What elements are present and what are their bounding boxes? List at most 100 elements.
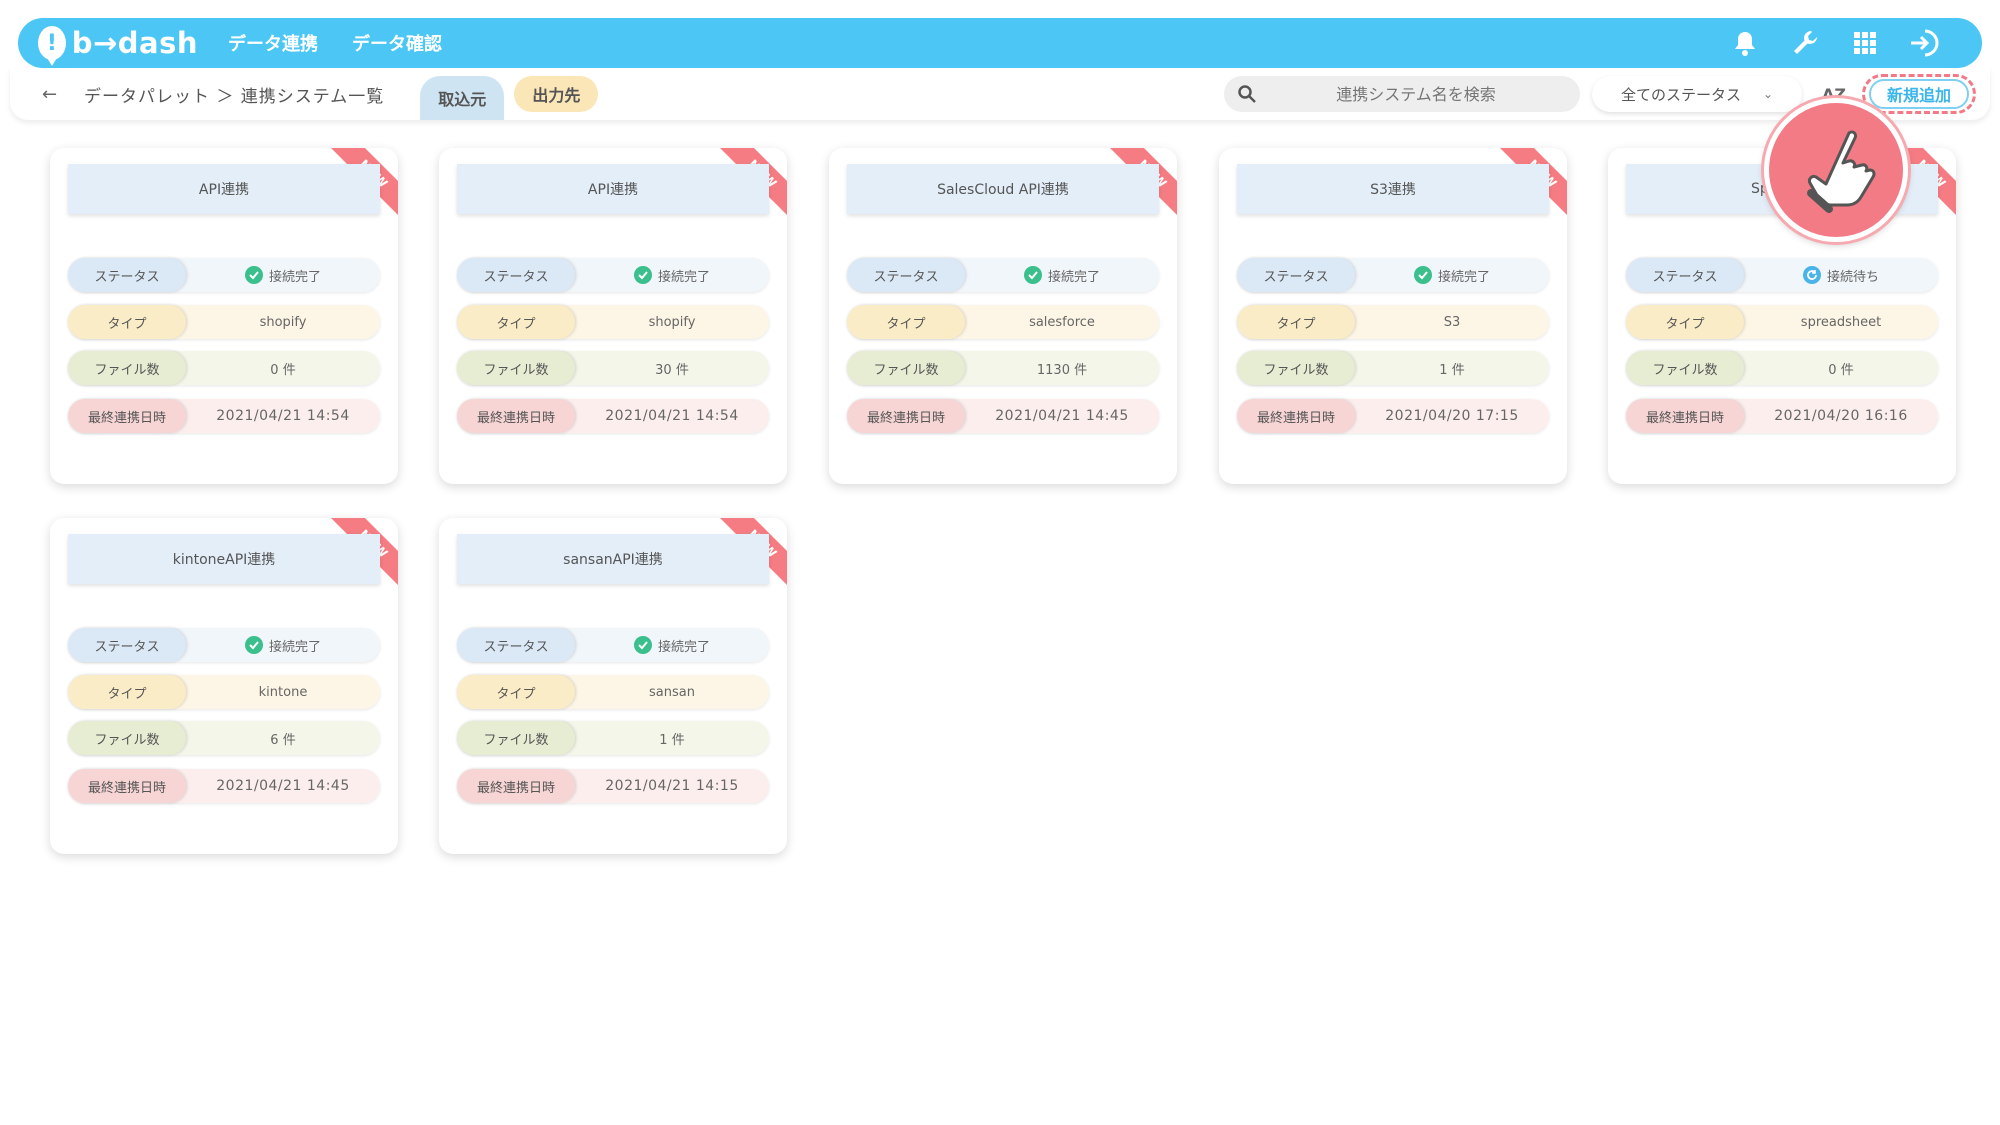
integration-card[interactable]: NEW API連携 ステータス 接続完了 タイプ shopify ファイル数 3… [439,148,787,484]
integration-card[interactable]: NEW API連携 ステータス 接続完了 タイプ shopify ファイル数 0… [50,148,398,484]
check-circle-icon [633,636,652,654]
type-label: タイプ [1626,305,1744,339]
card-title: kintoneAPI連携 [68,534,380,584]
top-navigation-bar: ! b→dash データ連携 データ確認 [18,18,1982,68]
last-sync-value: 2021/04/21 14:54 [605,408,739,424]
last-sync-label: 最終連携日時 [1237,399,1355,433]
top-icons [1702,26,1942,60]
file-count-value: 1130 件 [1036,362,1088,378]
check-circle-icon [1023,266,1042,284]
last-sync-label: 最終連携日時 [457,769,575,803]
file-count-row: ファイル数 1 件 [457,721,769,755]
type-label: タイプ [68,305,186,339]
last-sync-label: 最終連携日時 [68,769,186,803]
logout-icon[interactable] [1908,26,1942,60]
chevron-down-icon: ⌄ [1762,87,1774,101]
status-value: 接続待ち [1744,266,1938,285]
file-count-row: ファイル数 0 件 [68,351,380,385]
type-label: タイプ [457,305,575,339]
status-value: 接続完了 [1355,266,1549,285]
check-circle-icon [244,266,263,284]
card-title: S3連携 [1237,164,1549,214]
tab-import-source[interactable]: 取込元 [420,76,505,120]
type-row: タイプ kintone [68,675,380,709]
integration-card[interactable]: NEW S3連携 ステータス 接続完了 タイプ S3 ファイル数 1 件 最終連… [1219,148,1567,484]
type-value: kintone [258,684,308,700]
type-value: S3 [1443,314,1461,330]
file-count-value: 6 件 [270,732,296,748]
type-label: タイプ [457,675,575,709]
integration-card[interactable]: NEW kintoneAPI連携 ステータス 接続完了 タイプ kintone … [50,518,398,854]
type-value: shopify [648,314,696,330]
type-row: タイプ salesforce [847,305,1159,339]
type-label: タイプ [1237,305,1355,339]
last-sync-value: 2021/04/21 14:45 [995,408,1129,424]
status-filter-select[interactable]: 全てのステータス ⌄ [1592,76,1802,112]
grid-menu-icon[interactable] [1848,26,1882,60]
last-sync-row: 最終連携日時 2021/04/21 14:54 [68,399,380,433]
status-value: 接続完了 [575,636,769,655]
last-sync-row: 最終連携日時 2021/04/21 14:15 [457,769,769,803]
last-sync-value: 2021/04/20 16:16 [1774,408,1908,424]
status-value: 接続完了 [186,636,380,655]
breadcrumb: データパレット ＞ 連携システム一覧 [84,86,385,107]
status-label: ステータス [847,258,965,292]
add-new-highlight: 新規追加 [1862,74,1976,114]
add-new-button[interactable]: 新規追加 [1869,79,1969,109]
check-circle-icon [1413,266,1432,284]
last-sync-value: 2021/04/20 17:15 [1385,408,1519,424]
file-count-label: ファイル数 [1237,351,1355,385]
app-logo[interactable]: ! b→dash [38,26,198,66]
status-filter-value: 全てのステータス [1620,85,1741,104]
last-sync-row: 最終連携日時 2021/04/20 16:16 [1626,399,1938,433]
file-count-value: 0 件 [1828,362,1854,378]
card-title: API連携 [68,164,380,214]
last-sync-label: 最終連携日時 [68,399,186,433]
last-sync-row: 最終連携日時 2021/04/21 14:45 [68,769,380,803]
file-count-label: ファイル数 [68,721,186,755]
integration-card[interactable]: NEW SalesCloud API連携 ステータス 接続完了 タイプ sale… [829,148,1177,484]
file-count-label: ファイル数 [68,351,186,385]
back-arrow-icon[interactable]: ← [42,84,62,105]
bell-icon[interactable] [1728,26,1762,60]
nav-item-data-integration[interactable]: データ連携 [228,30,318,56]
integration-card[interactable]: NEW sansanAPI連携 ステータス 接続完了 タイプ sansan ファ… [439,518,787,854]
status-row: ステータス 接続完了 [847,258,1159,292]
type-row: タイプ shopify [68,305,380,339]
file-count-row: ファイル数 30 件 [457,351,769,385]
type-row: タイプ shopify [457,305,769,339]
status-label: ステータス [1237,258,1355,292]
file-count-label: ファイル数 [457,721,575,755]
last-sync-value: 2021/04/21 14:54 [216,408,350,424]
nav-item-data-check[interactable]: データ確認 [352,30,442,56]
status-row: ステータス 接続完了 [457,258,769,292]
status-value: 接続完了 [186,266,380,285]
status-value: 接続完了 [575,266,769,285]
status-label: ステータス [457,258,575,292]
type-value: shopify [259,314,307,330]
last-sync-label: 最終連携日時 [457,399,575,433]
wrench-icon[interactable] [1788,26,1822,60]
last-sync-row: 最終連携日時 2021/04/21 14:45 [847,399,1159,433]
card-title: SalesCloud API連携 [847,164,1159,214]
file-count-row: ファイル数 6 件 [68,721,380,755]
status-value: 接続完了 [965,266,1159,285]
type-row: タイプ S3 [1237,305,1549,339]
file-count-row: ファイル数 1130 件 [847,351,1159,385]
search-input[interactable] [1286,84,1546,104]
status-label: ステータス [68,628,186,662]
type-label: タイプ [68,675,186,709]
type-value: salesforce [1029,314,1095,330]
type-label: タイプ [847,305,965,339]
tutorial-hand-pointer-icon [1764,98,1908,242]
tab-export-destination[interactable]: 出力先 [514,76,599,112]
status-label: ステータス [457,628,575,662]
type-row: タイプ sansan [457,675,769,709]
last-sync-label: 最終連携日時 [847,399,965,433]
card-title: sansanAPI連携 [457,534,769,584]
logo-text: b→dash [71,26,198,60]
type-value: spreadsheet [1800,314,1882,330]
search-box [1224,76,1580,112]
file-count-value: 30 件 [655,362,689,378]
status-row: ステータス 接続完了 [68,628,380,662]
